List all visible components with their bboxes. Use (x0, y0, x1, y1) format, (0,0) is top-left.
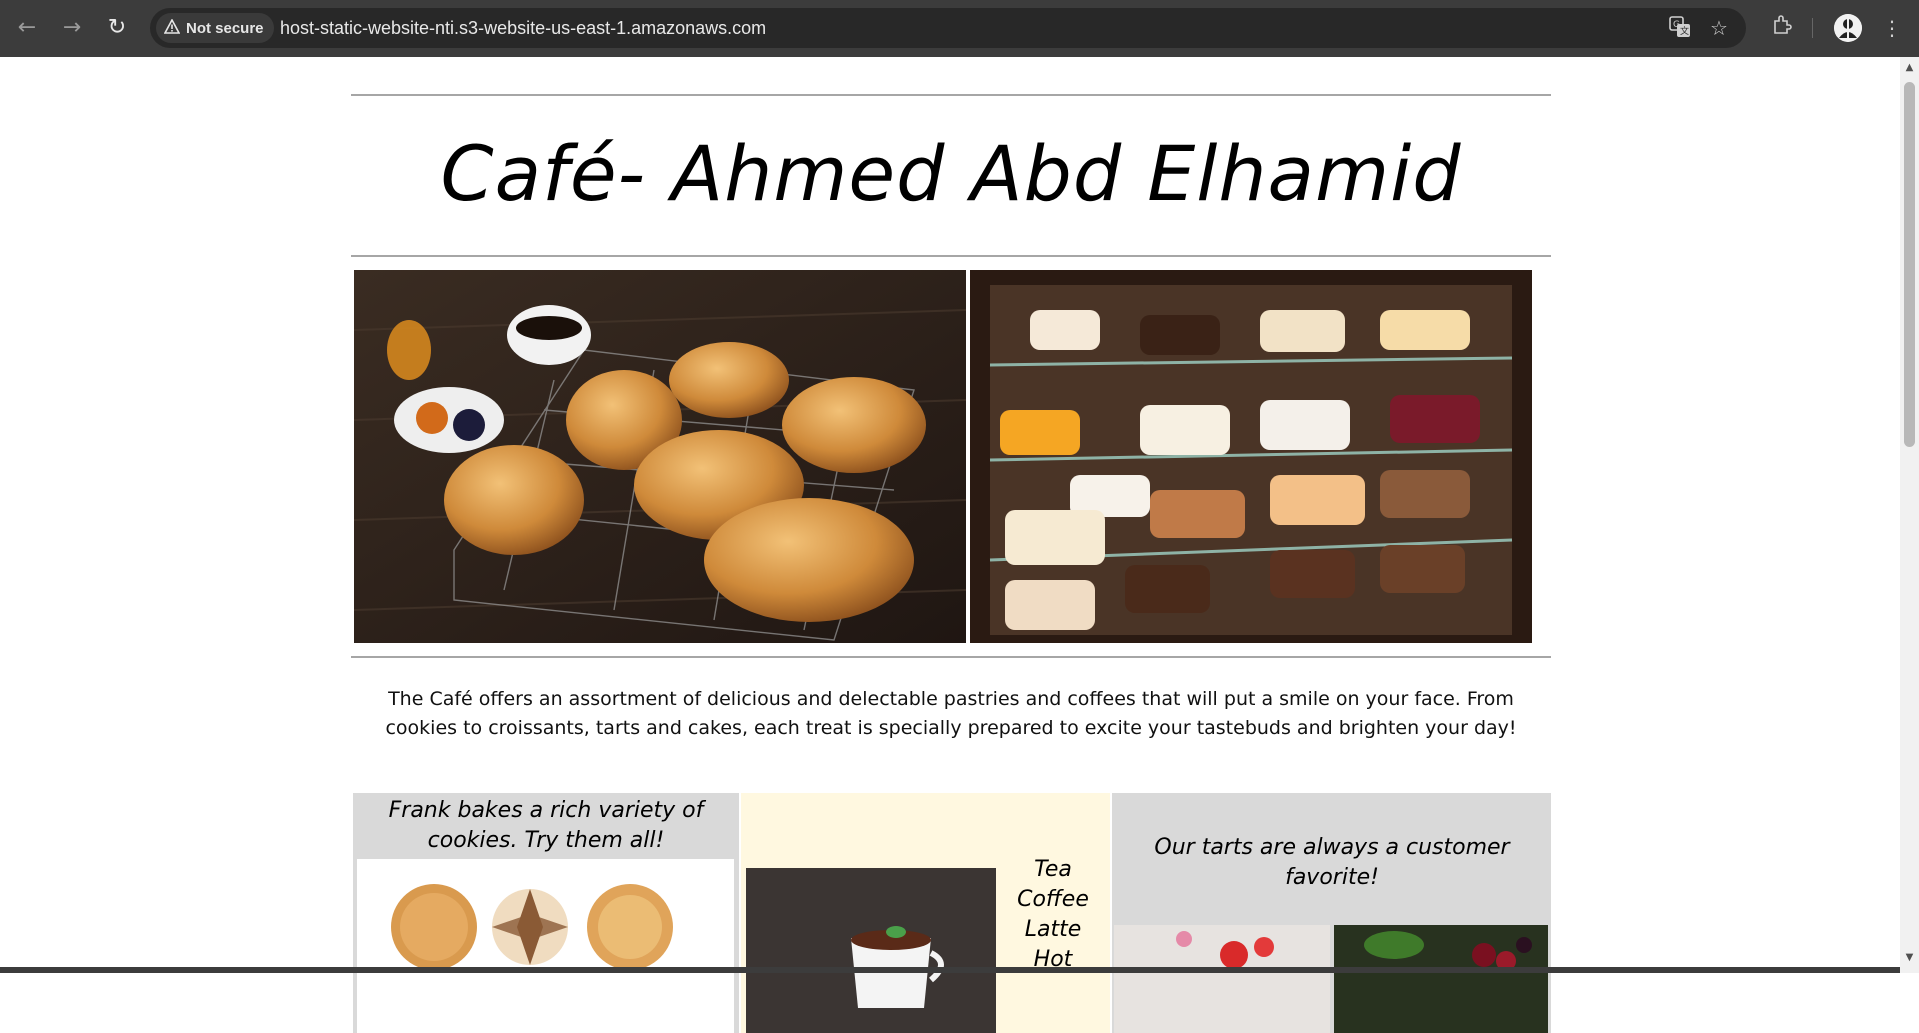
window-bottom-edge (0, 967, 1900, 973)
pastries-image (354, 270, 966, 643)
profile-avatar[interactable] (1834, 14, 1862, 42)
hot-chocolate-image (746, 868, 996, 1033)
scroll-up-icon[interactable]: ▲ (1903, 62, 1916, 74)
intro-paragraph: The Café offers an assortment of delicio… (385, 688, 1517, 739)
security-chip[interactable]: Not secure (156, 13, 274, 43)
drink-item: Coffee (1017, 887, 1089, 912)
security-label: Not secure (186, 19, 264, 37)
cookies-image (357, 859, 734, 1033)
back-icon[interactable]: ← (13, 14, 41, 42)
strawberry-tart-image (1114, 925, 1330, 1033)
browser-toolbar: ← → ↻ Not secure host-static-website-nti… (0, 0, 1919, 57)
cakes-display-image (970, 270, 1532, 643)
divider (351, 94, 1551, 96)
forward-icon[interactable]: → (58, 14, 86, 42)
drink-item: Tea (1034, 857, 1072, 882)
extensions-icon[interactable] (1768, 14, 1796, 42)
toolbar-divider (1812, 18, 1813, 38)
url-text[interactable]: host-static-website-nti.s3-website-us-ea… (280, 8, 766, 48)
drinks-list: Tea Coffee Latte Hot (1003, 855, 1103, 975)
menu-kebab-icon[interactable]: ⋮ (1878, 14, 1906, 42)
tarts-caption: Our tarts are always a customer favorite… (1154, 835, 1510, 890)
scroll-down-icon[interactable]: ▼ (1903, 952, 1916, 964)
bookmark-star-icon[interactable]: ☆ (1707, 16, 1731, 40)
address-bar[interactable]: Not secure host-static-website-nti.s3-we… (150, 8, 1746, 48)
drink-item: Latte (1024, 917, 1082, 942)
reload-icon[interactable]: ↻ (103, 14, 131, 42)
page-title: Café- Ahmed Abd Elhamid (440, 129, 1462, 218)
drinks-section: Tea Coffee Latte Hot (741, 793, 1110, 1033)
cookies-caption: Frank bakes a rich variety of cookies. T… (388, 798, 704, 853)
cookies-section: Frank bakes a rich variety of cookies. T… (353, 793, 739, 1033)
translate-icon[interactable]: G文 (1668, 16, 1692, 40)
warning-icon (163, 17, 181, 38)
svg-text:文: 文 (1680, 25, 1689, 37)
berry-tart-image (1334, 925, 1548, 1033)
divider (351, 656, 1551, 658)
divider (351, 255, 1551, 257)
tarts-section: Our tarts are always a customer favorite… (1112, 793, 1551, 1033)
scrollbar-thumb[interactable] (1904, 82, 1915, 447)
